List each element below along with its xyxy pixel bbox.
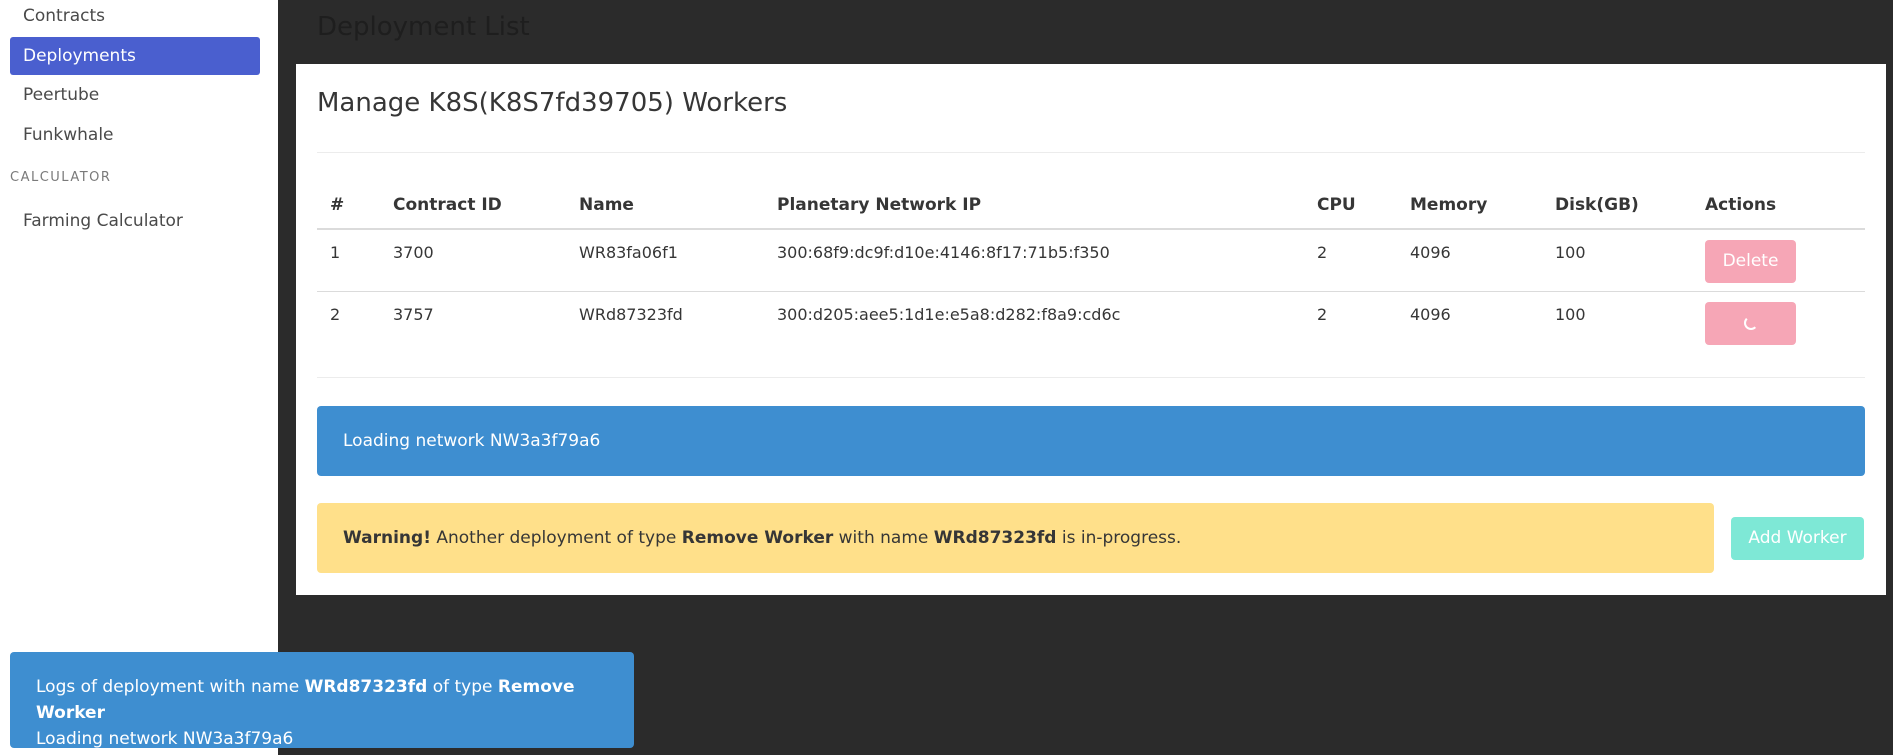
cell-disk: 100 <box>1555 304 1586 324</box>
delete-button-loading[interactable] <box>1705 301 1796 345</box>
sidebar: Contracts Deployments Peertube Funkwhale… <box>0 0 278 755</box>
deployment-logs-toast: Logs of deployment with name WRd87323fd … <box>10 652 634 749</box>
table-row: 1 3700 WR83fa06f1 300:68f9:dc9f:d10e:414… <box>317 229 1865 292</box>
cell-cpu: 2 <box>1304 229 1397 292</box>
divider <box>317 377 1865 378</box>
sidebar-item-deployments[interactable]: Deployments <box>10 37 260 75</box>
column-header-memory: Memory <box>1397 182 1542 230</box>
cell-index: 2 <box>330 304 341 324</box>
cell-actions: Delete <box>1692 229 1865 292</box>
column-header-actions: Actions <box>1692 182 1865 230</box>
workers-table: # Contract ID Name Planetary Network IP … <box>317 182 1865 353</box>
add-worker-button[interactable]: Add Worker <box>1731 517 1864 560</box>
column-header-index: # <box>317 182 380 230</box>
warning-notification: Warning! Another deployment of type Remo… <box>317 503 1714 573</box>
cell-memory: 4096 <box>1410 304 1451 324</box>
cell-contract-id: 3700 <box>380 229 566 292</box>
toast-line-2: Loading network NW3a3f79a6 <box>36 729 294 749</box>
divider <box>317 152 1865 153</box>
page-title: Deployment List <box>317 12 530 42</box>
cell-cpu: 2 <box>1317 304 1328 324</box>
card-title: Manage K8S(K8S7fd39705) Workers <box>317 88 788 118</box>
sidebar-item-contracts[interactable]: Contracts <box>10 0 260 35</box>
cell-name: WRd87323fd <box>579 304 683 324</box>
cell-memory: 4096 <box>1397 229 1542 292</box>
cell-ip: 300:68f9:dc9f:d10e:4146:8f17:71b5:f350 <box>764 229 1304 292</box>
delete-button[interactable]: Delete <box>1705 240 1796 283</box>
cell-actions <box>1692 291 1865 353</box>
sidebar-item-peertube[interactable]: Peertube <box>10 76 260 114</box>
info-notification: Loading network NW3a3f79a6 <box>317 406 1865 476</box>
cell-contract-id: 3757 <box>393 304 434 324</box>
cell-index: 1 <box>317 229 380 292</box>
cell-name: WR83fa06f1 <box>566 229 764 292</box>
warning-prefix: Warning! <box>343 528 431 548</box>
warning-text: with name <box>833 528 934 548</box>
sidebar-item-funkwhale[interactable]: Funkwhale <box>10 116 260 154</box>
workers-card: Manage K8S(K8S7fd39705) Workers # Contra… <box>296 64 1886 595</box>
warning-type: Remove Worker <box>681 528 834 548</box>
toast-text: Logs of deployment with name <box>36 677 305 697</box>
loading-spinner-icon <box>1743 315 1758 330</box>
column-header-disk: Disk(GB) <box>1542 182 1692 230</box>
column-header-name: Name <box>566 182 764 230</box>
cell-ip: 300:d205:aee5:1d1e:e5a8:d282:f8a9:cd6c <box>777 304 1121 324</box>
warning-text: Another deployment of type <box>430 528 682 548</box>
toast-text: of type <box>427 677 498 697</box>
table-header-row: # Contract ID Name Planetary Network IP … <box>317 182 1865 230</box>
warning-name: WRd87323fd <box>933 528 1057 548</box>
column-header-contract-id: Contract ID <box>380 182 566 230</box>
warning-text: is in-progress. <box>1056 528 1182 548</box>
column-header-ip: Planetary Network IP <box>764 182 1304 230</box>
toast-line-1: Logs of deployment with name WRd87323fd … <box>36 674 608 726</box>
toast-name: WRd87323fd <box>304 677 428 697</box>
cell-disk: 100 <box>1542 229 1692 292</box>
sidebar-section-calculator: CALCULATOR <box>10 170 112 185</box>
sidebar-item-farming-calculator[interactable]: Farming Calculator <box>10 202 260 240</box>
table-row: 2 3757 WRd87323fd 300:d205:aee5:1d1e:e5a… <box>317 291 1865 353</box>
column-header-cpu: CPU <box>1304 182 1397 230</box>
